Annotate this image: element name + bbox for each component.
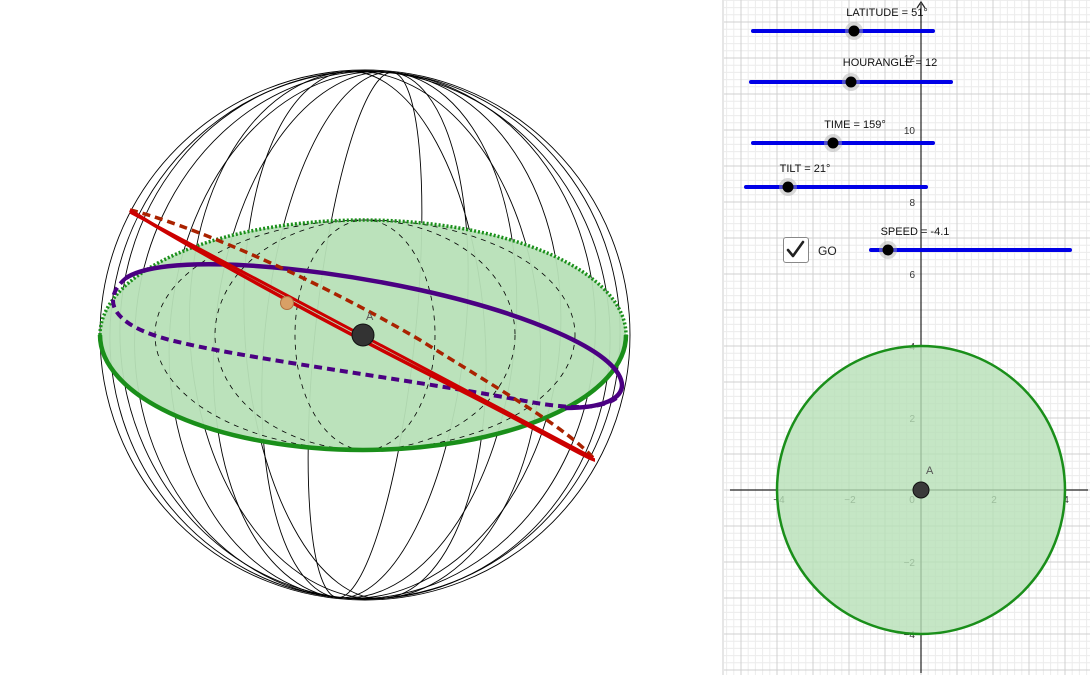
slider-label: LATITUDE = 51° — [846, 7, 928, 19]
2d-graphics-view[interactable]: −4 −2 0 2 4 12 10 8 6 4 2 −2 −4 A LATITU… — [724, 0, 1090, 675]
slider-latitude[interactable]: LATITUDE = 51° — [751, 7, 935, 40]
slider-handle[interactable] — [882, 244, 894, 256]
point-a-2d-label: A — [926, 465, 934, 477]
slider-handle[interactable] — [827, 137, 839, 149]
go-checkbox[interactable] — [783, 237, 809, 263]
point-a-label: A — [366, 311, 374, 323]
y-tick-label: 8 — [909, 198, 915, 209]
checkmark-icon — [786, 240, 805, 258]
y-tick-label: 6 — [909, 270, 915, 281]
point-a-2d[interactable] — [912, 481, 930, 499]
y-tick-label: 10 — [904, 126, 916, 137]
sun-point[interactable] — [280, 296, 294, 310]
point-a[interactable] — [351, 323, 375, 347]
go-checkbox-label[interactable]: GO — [818, 244, 837, 258]
geogebra-applet: A −4 −2 0 2 4 12 10 8 6 4 2 −2 −4 — [0, 0, 1090, 675]
slider-handle[interactable] — [782, 181, 794, 193]
slider-label: HOURANGLE = 12 — [843, 57, 937, 69]
slider-handle[interactable] — [848, 25, 860, 37]
slider-label: SPEED = -4.1 — [881, 226, 950, 238]
slider-label: TILT = 21° — [780, 163, 831, 175]
slider-label: TIME = 159° — [824, 119, 886, 131]
3d-graphics-view[interactable]: A — [0, 0, 722, 675]
slider-handle[interactable] — [845, 76, 857, 88]
